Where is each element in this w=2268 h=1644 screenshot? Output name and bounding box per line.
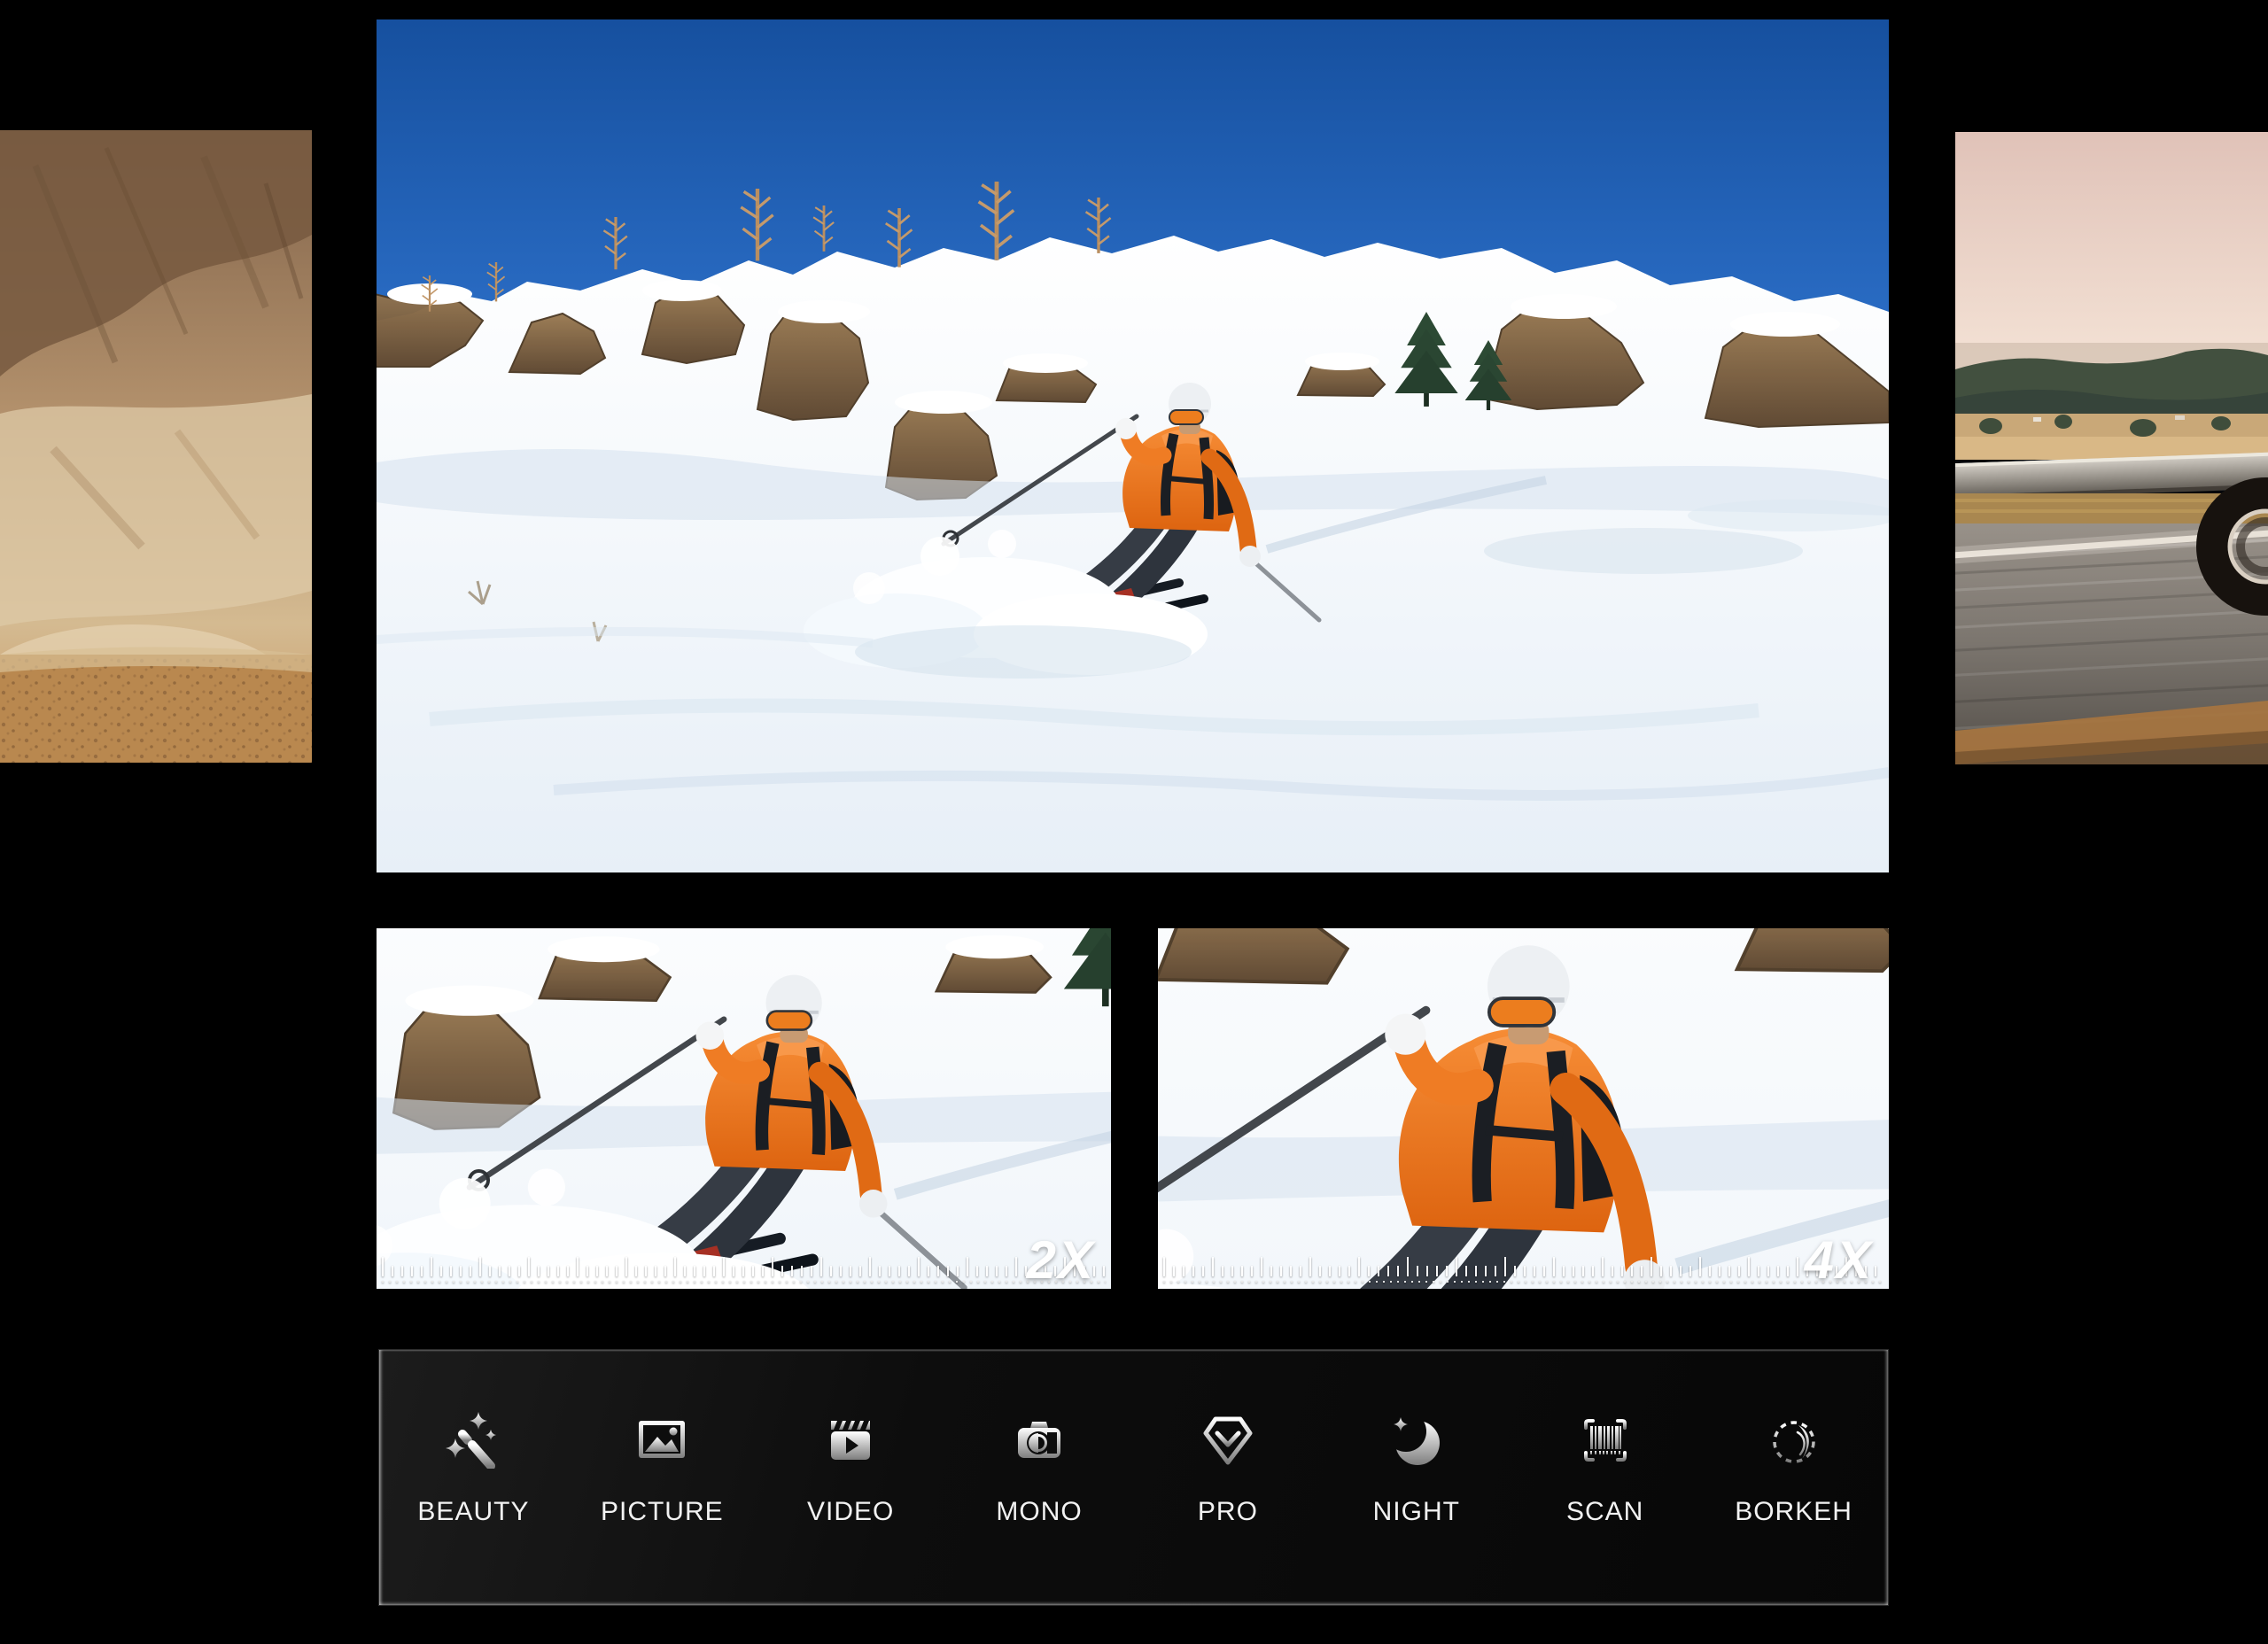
mode-label: PICTURE xyxy=(601,1499,724,1525)
mode-item-borkeh[interactable]: BORKEH xyxy=(1699,1412,1888,1525)
camera-mode-bar: BEAUTY PICTURE VIDEO MONO xyxy=(378,1349,1889,1606)
side-photo-left xyxy=(0,130,312,763)
zoom-level-label: 2X xyxy=(1027,1234,1095,1287)
mono-camera-icon xyxy=(1011,1412,1068,1469)
main-photo-artwork xyxy=(377,19,1889,872)
mode-item-night[interactable]: NIGHT xyxy=(1322,1412,1511,1525)
main-photo xyxy=(377,19,1889,872)
mode-item-picture[interactable]: PICTURE xyxy=(568,1412,757,1525)
pro-gem-icon xyxy=(1200,1412,1256,1469)
video-clapper-icon xyxy=(822,1412,879,1469)
mode-label: SCAN xyxy=(1566,1499,1643,1525)
mode-label: MONO xyxy=(996,1499,1082,1525)
mode-label: PRO xyxy=(1198,1499,1258,1525)
crescent-moon-icon xyxy=(1388,1412,1445,1469)
barcode-scan-icon xyxy=(1577,1412,1634,1469)
mode-label: BEAUTY xyxy=(417,1499,529,1525)
mode-item-mono[interactable]: MONO xyxy=(945,1412,1134,1525)
bokeh-aperture-icon xyxy=(1766,1412,1822,1469)
magic-wand-icon xyxy=(445,1412,501,1469)
picture-icon xyxy=(633,1412,690,1469)
mode-label: BORKEH xyxy=(1735,1499,1852,1525)
zoom-preview-4x: 4X xyxy=(1158,928,1889,1289)
mode-label: VIDEO xyxy=(807,1499,894,1525)
road-artwork xyxy=(1955,132,2268,764)
zoom-level-label: 4X xyxy=(1805,1234,1873,1287)
side-photo-right xyxy=(1955,132,2268,764)
mode-item-pro[interactable]: PRO xyxy=(1134,1412,1323,1525)
mode-label: NIGHT xyxy=(1373,1499,1460,1525)
mode-item-beauty[interactable]: BEAUTY xyxy=(379,1412,568,1525)
sand-cliff-artwork xyxy=(0,130,312,763)
zoom-preview-2x: 2X xyxy=(377,928,1111,1289)
mode-item-video[interactable]: VIDEO xyxy=(757,1412,945,1525)
mode-item-scan[interactable]: SCAN xyxy=(1511,1412,1699,1525)
